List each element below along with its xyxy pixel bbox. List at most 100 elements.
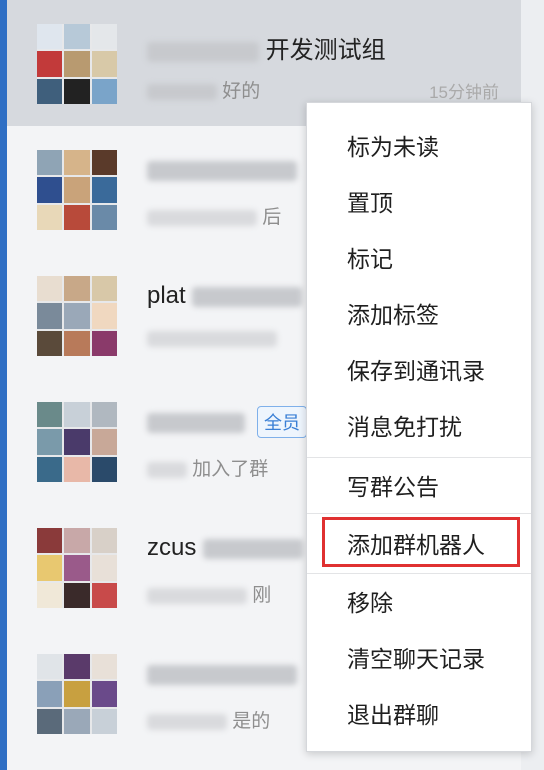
avatar-tile	[91, 51, 117, 77]
chat-preview: 刚	[147, 580, 271, 607]
avatar-tile	[91, 303, 117, 329]
avatar-tile	[37, 177, 63, 203]
avatar-tile	[64, 456, 90, 482]
avatar-tile	[91, 708, 117, 734]
avatar-tile	[64, 555, 90, 581]
menu-pin-top[interactable]: 置顶	[307, 175, 531, 231]
redacted-text	[147, 41, 259, 62]
avatar-tile	[91, 276, 117, 302]
chat-name	[147, 156, 297, 184]
avatar-tile	[37, 51, 63, 77]
chat-name: 开发测试组	[147, 30, 386, 65]
chat-preview: 是的	[147, 706, 270, 733]
avatar-tile	[64, 24, 90, 50]
menu-mark[interactable]: 标记	[307, 231, 531, 287]
avatar-tile	[64, 429, 90, 455]
avatar-tile	[37, 582, 63, 608]
group-avatar	[37, 402, 117, 482]
menu-mute[interactable]: 消息免打扰	[307, 399, 531, 455]
avatar-tile	[37, 78, 63, 104]
avatar-tile	[64, 681, 90, 707]
avatar-tile	[91, 528, 117, 554]
redacted-text	[147, 330, 277, 347]
avatar-tile	[64, 402, 90, 428]
menu-divider	[307, 573, 531, 574]
avatar-tile	[37, 708, 63, 734]
chat-name-text: 开发测试组	[265, 37, 386, 64]
avatar-tile	[64, 528, 90, 554]
annotation-highlight-box	[322, 517, 520, 567]
group-avatar	[37, 528, 117, 608]
chat-preview-text: 好的	[222, 81, 261, 102]
avatar-tile	[91, 78, 117, 104]
group-avatar	[37, 654, 117, 734]
avatar-tile	[64, 708, 90, 734]
avatar-tile	[91, 402, 117, 428]
redacted-text	[147, 160, 297, 181]
avatar-tile	[37, 654, 63, 680]
context-menu: 标为未读 置顶 标记 添加标签 保存到通讯录 消息免打扰 写群公告 添加群机器人…	[306, 102, 532, 752]
menu-save-contacts[interactable]: 保存到通讯录	[307, 343, 531, 399]
avatar-tile	[37, 150, 63, 176]
redacted-text	[147, 412, 245, 433]
redacted-text	[147, 461, 187, 478]
menu-divider	[307, 457, 531, 458]
avatar-tile	[37, 402, 63, 428]
avatar-tile	[91, 177, 117, 203]
redacted-text	[147, 587, 247, 604]
avatar-tile	[64, 582, 90, 608]
avatar-tile	[64, 276, 90, 302]
menu-remove[interactable]: 移除	[307, 575, 531, 631]
avatar-tile	[37, 303, 63, 329]
avatar-tile	[91, 654, 117, 680]
redacted-text	[147, 209, 257, 226]
avatar-tile	[64, 78, 90, 104]
menu-mark-unread[interactable]: 标为未读	[307, 119, 531, 175]
window-left-accent	[0, 0, 7, 770]
chat-preview: 后	[147, 202, 281, 229]
avatar-tile	[37, 276, 63, 302]
avatar-tile	[64, 177, 90, 203]
chat-name	[147, 408, 245, 436]
chat-preview-text: 后	[262, 207, 282, 228]
avatar-tile	[37, 456, 63, 482]
chat-preview: 好的	[147, 76, 260, 103]
menu-group-announcement[interactable]: 写群公告	[307, 459, 531, 515]
chat-name-text: plat	[147, 282, 186, 309]
avatar-tile	[64, 303, 90, 329]
chat-preview-text: 是的	[232, 711, 271, 732]
avatar-tile	[37, 555, 63, 581]
avatar-tile	[91, 330, 117, 356]
chat-preview-text: 刚	[252, 585, 272, 606]
menu-clear-history[interactable]: 清空聊天记录	[307, 631, 531, 687]
avatar-tile	[37, 681, 63, 707]
avatar-tile	[37, 204, 63, 230]
avatar-tile	[91, 555, 117, 581]
avatar-tile	[37, 330, 63, 356]
all-members-badge: 全员	[257, 406, 307, 438]
group-avatar	[37, 24, 117, 104]
chat-preview	[147, 328, 277, 350]
avatar-tile	[64, 51, 90, 77]
redacted-text	[147, 83, 217, 100]
menu-add-tag[interactable]: 添加标签	[307, 287, 531, 343]
redacted-text	[192, 286, 303, 307]
avatar-tile	[91, 24, 117, 50]
menu-leave-group[interactable]: 退出群聊	[307, 687, 531, 743]
avatar-tile	[37, 429, 63, 455]
redacted-text	[203, 538, 304, 559]
avatar-tile	[37, 528, 63, 554]
chat-preview: 加入了群	[147, 454, 268, 481]
avatar-tile	[91, 429, 117, 455]
avatar-tile	[64, 150, 90, 176]
avatar-tile	[37, 24, 63, 50]
avatar-tile	[91, 204, 117, 230]
avatar-tile	[91, 150, 117, 176]
avatar-tile	[64, 654, 90, 680]
group-avatar	[37, 276, 117, 356]
avatar-tile	[91, 582, 117, 608]
chat-preview-text: 加入了群	[192, 459, 269, 480]
redacted-text	[147, 664, 297, 685]
avatar-tile	[91, 456, 117, 482]
group-avatar	[37, 150, 117, 230]
